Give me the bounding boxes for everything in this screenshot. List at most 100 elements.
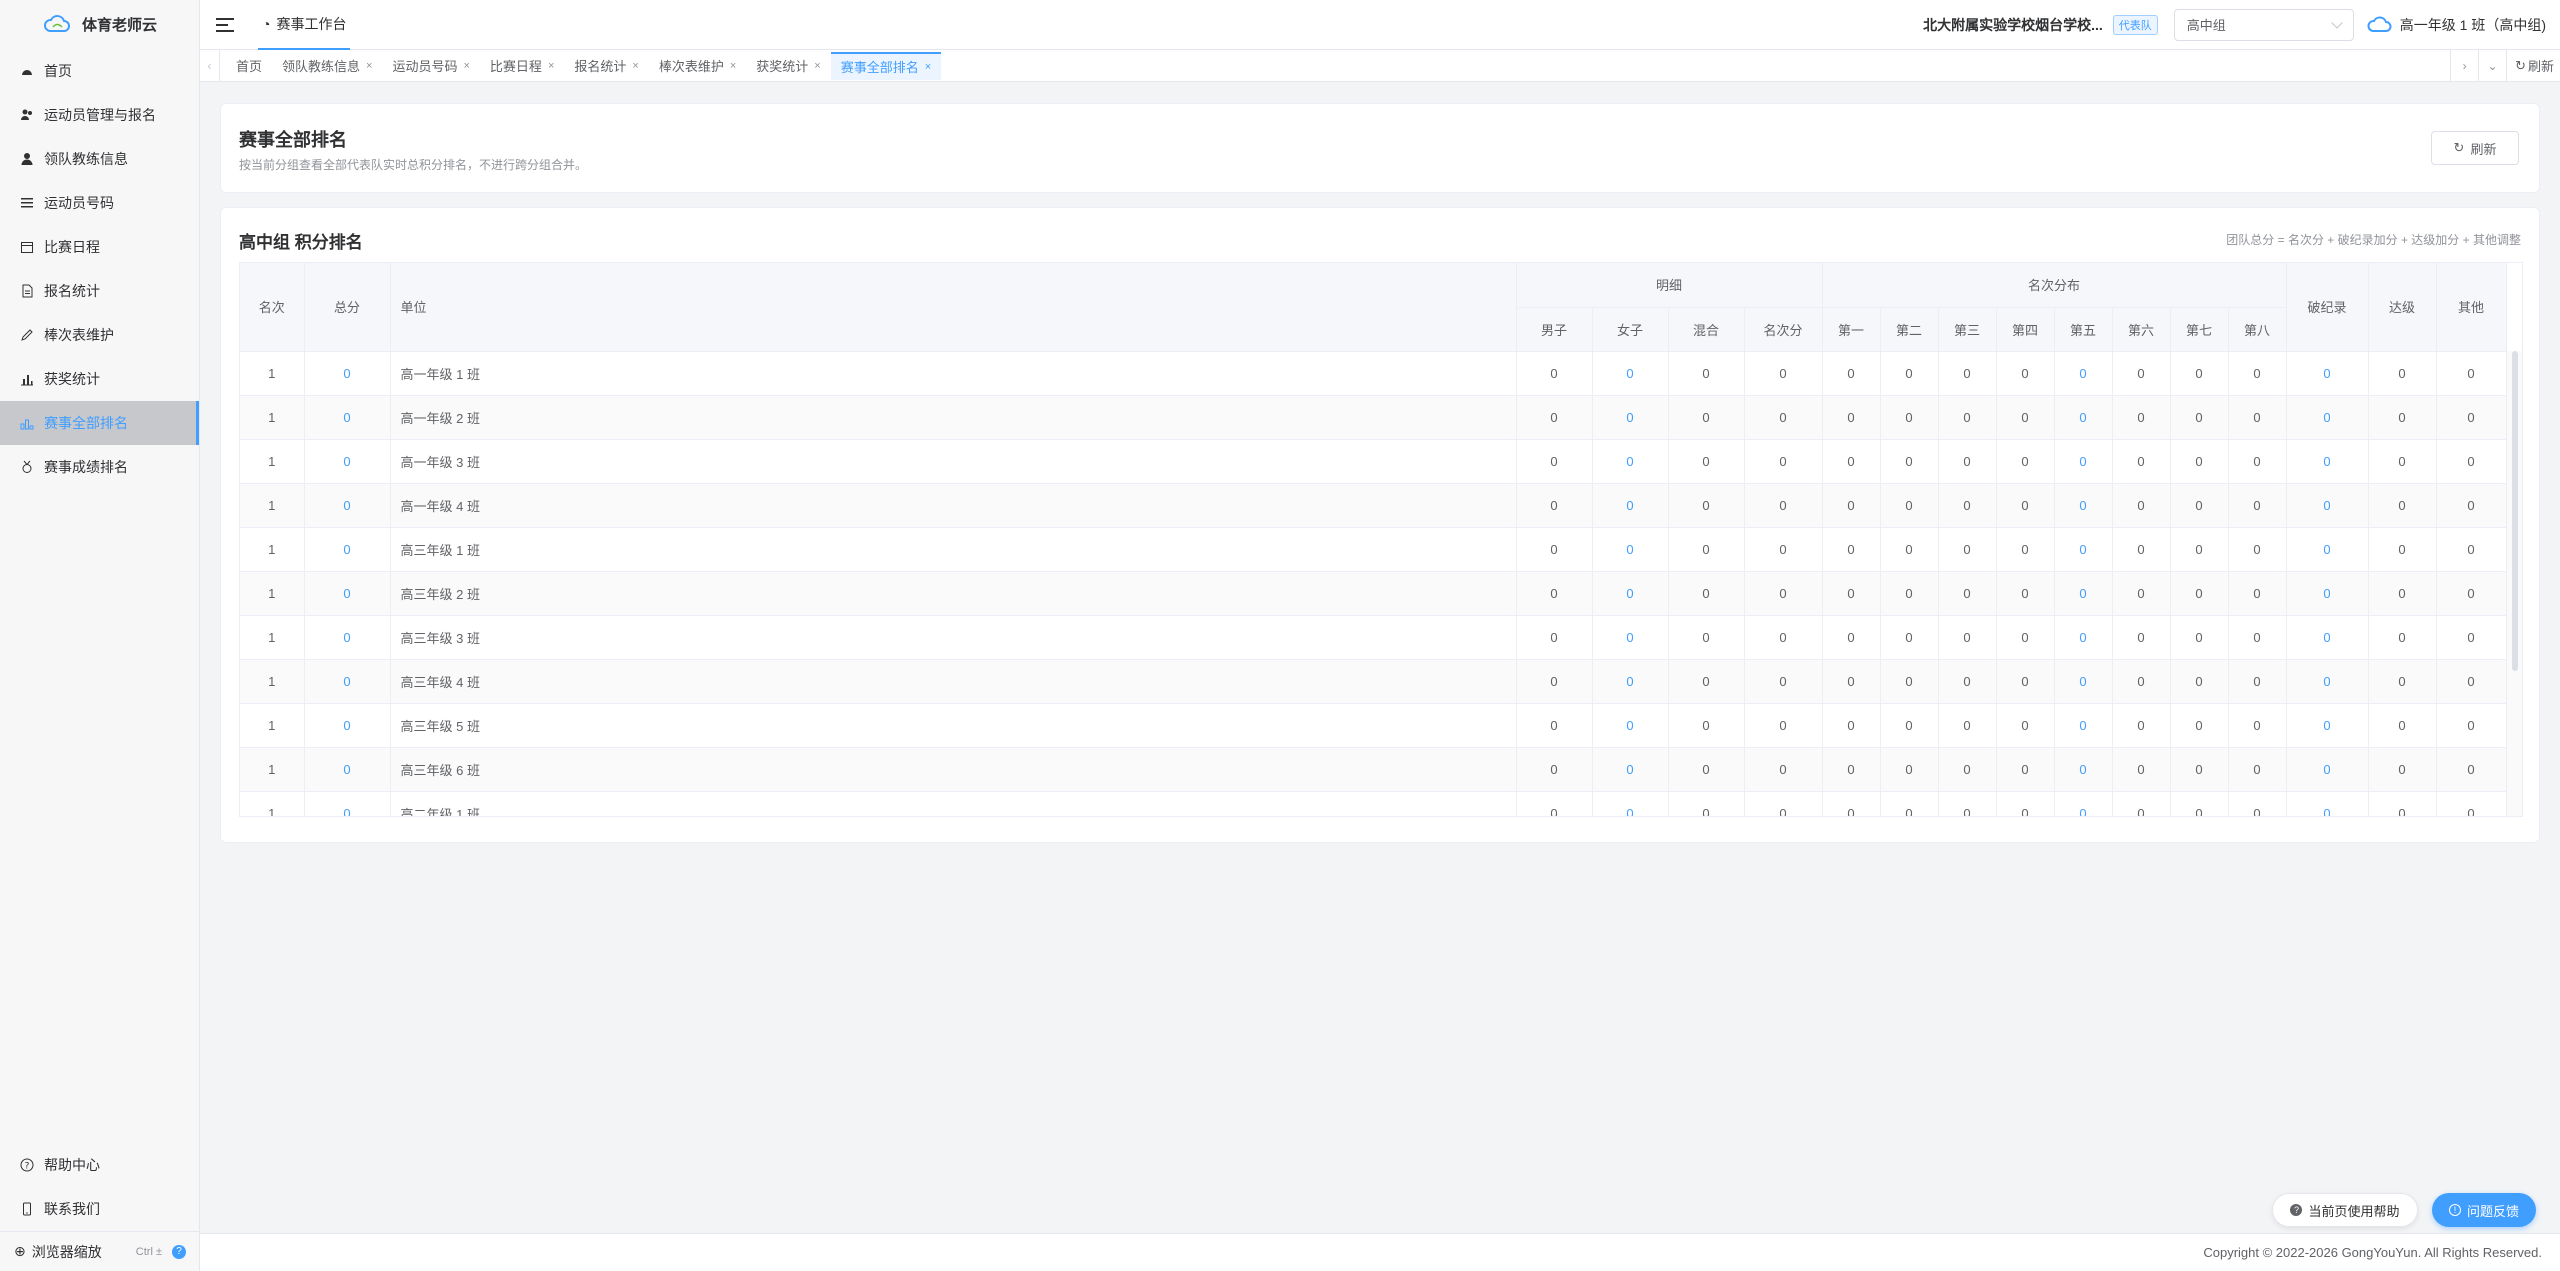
tabs-menu-chevron-icon[interactable]: ⌄	[2478, 49, 2506, 82]
cell-value: 0	[2368, 351, 2437, 396]
cell-value: 0	[1880, 351, 1939, 396]
close-icon[interactable]: ×	[463, 60, 469, 72]
tabs-refresh-label: 刷新	[2527, 59, 2554, 74]
question-icon: ?	[2290, 1204, 2303, 1216]
tab-label: 比赛日程	[489, 59, 542, 74]
cell-value: 0	[2436, 527, 2507, 572]
sidebar-item-6[interactable]: 棒次表维护	[0, 313, 199, 357]
sidebar-bottom: ? 帮助中心联系我们 ⊕ 浏览器缩放 Ctrl ± ?	[0, 1143, 200, 1271]
cell-value: 0	[2170, 527, 2229, 572]
svg-text:?: ?	[25, 1162, 30, 1172]
cell-value: 0	[1880, 615, 1939, 660]
cell-value: 0	[1880, 747, 1939, 792]
sidebar-item-8[interactable]: 赛事全部排名	[0, 401, 199, 445]
table-row[interactable]: 1 0 高三年级 4 班000000000000000	[240, 659, 2507, 704]
cell-unit: 高三年级 6 班	[390, 747, 1517, 792]
feedback-button[interactable]: ! 问题反馈	[2432, 1193, 2536, 1227]
tab-4[interactable]: 报名统计 ×	[564, 53, 648, 79]
zoom-help-icon[interactable]: ?	[172, 1244, 186, 1259]
tab-2[interactable]: 运动员号码 ×	[382, 53, 479, 79]
sidebar-item-label: 联系我们	[44, 1201, 100, 1217]
tab-6[interactable]: 获奖统计 ×	[746, 53, 830, 79]
tabs-scroll-left-icon[interactable]: ‹	[200, 49, 220, 82]
tabs-scroll-right-icon[interactable]: ›	[2450, 49, 2478, 82]
sidebar-item-7[interactable]: 获奖统计	[0, 357, 199, 401]
cell-value: 0	[1996, 483, 2055, 528]
tabs-refresh-button[interactable]: ↻ 刷新	[2506, 49, 2560, 82]
ranking-icon	[20, 416, 34, 430]
class-switcher[interactable]: 高一年级 1 班（高中组)	[2366, 15, 2546, 35]
sidebar-item-3[interactable]: 运动员号码	[0, 181, 199, 225]
table-row[interactable]: 1 0 高三年级 5 班000000000000000	[240, 703, 2507, 748]
cell-value: 0	[1744, 571, 1823, 616]
close-icon[interactable]: ×	[730, 60, 736, 72]
table-row[interactable]: 1 0 高三年级 1 班000000000000000	[240, 527, 2507, 572]
close-icon[interactable]: ×	[925, 61, 931, 73]
tab-5[interactable]: 棒次表维护 ×	[649, 53, 746, 79]
cell-value: 0	[2112, 351, 2171, 396]
tab-3[interactable]: 比赛日程 ×	[480, 53, 564, 79]
top-header: ◔ 赛事工作台 北大附属实验学校烟台学校... 代表队 高中组 高一年级 1 班…	[200, 0, 2560, 50]
calendar-icon	[20, 240, 34, 254]
cell-value: 0	[2170, 483, 2229, 528]
cell-value: 0	[1744, 527, 1823, 572]
table-row[interactable]: 1 0 高一年级 4 班000000000000000	[240, 483, 2507, 528]
tab-7[interactable]: 赛事全部排名 ×	[830, 51, 942, 80]
cell-value: 0	[1744, 483, 1823, 528]
cell-value: 0	[2112, 615, 2171, 660]
cell-value: 0	[1880, 659, 1939, 704]
main-content: 赛事全部排名 按当前分组查看全部代表队实时总积分排名，不进行跨分组合并。 ↻ 刷…	[200, 83, 2560, 1233]
table-row[interactable]: 1 0 高三年级 3 班000000000000000	[240, 615, 2507, 660]
table-row[interactable]: 1 0 高三年级 2 班000000000000000	[240, 571, 2507, 616]
table-row[interactable]: 1 0 高一年级 1 班000000000000000	[240, 351, 2507, 396]
cell-rank: 1	[240, 791, 305, 816]
sidebar-item-9[interactable]: 赛事成绩排名	[0, 445, 199, 489]
cell-value: 0	[2368, 791, 2437, 816]
tab-0[interactable]: 首页	[226, 53, 272, 79]
cell-value: 0	[2112, 439, 2171, 484]
header-place-group: 名次分布	[1822, 263, 2287, 308]
refresh-icon: ↻	[2515, 57, 2526, 73]
cell-value: 0	[1996, 439, 2055, 484]
cell-value: 0	[1516, 351, 1593, 396]
scrollbar-thumb[interactable]	[2512, 351, 2518, 671]
sidebar-item-5[interactable]: 报名统计	[0, 269, 199, 313]
table-scrollbar[interactable]	[2506, 351, 2522, 816]
cell-value: 0	[2286, 351, 2369, 396]
sidebar-item-4[interactable]: 比赛日程	[0, 225, 199, 269]
cell-value: 0	[2368, 615, 2437, 660]
cell-value: 0	[1880, 791, 1939, 816]
table-row[interactable]: 1 0 高一年级 2 班000000000000000	[240, 395, 2507, 440]
refresh-button[interactable]: ↻ 刷新	[2431, 131, 2519, 165]
close-icon[interactable]: ×	[366, 60, 372, 72]
ranking-table-wrap[interactable]: 名次 总分 单位 明细 名次分布 破纪录 达级 其他 男子 女子 混合 名次分 第一 第二…	[239, 262, 2523, 817]
menu-toggle-icon[interactable]	[216, 17, 234, 32]
cell-value: 0	[2170, 571, 2229, 616]
table-row[interactable]: 1 0 高三年级 6 班000000000000000	[240, 747, 2507, 792]
cell-value: 0	[1592, 703, 1669, 748]
close-icon[interactable]: ×	[814, 60, 820, 72]
cell-value: 0	[2228, 439, 2287, 484]
sidebar-item-1[interactable]: 运动员管理与报名	[0, 93, 199, 137]
sidebar-bottom-item-1[interactable]: 联系我们	[0, 1187, 200, 1231]
table-row[interactable]: 1 0 高二年级 1 班000000000000000	[240, 791, 2507, 816]
cell-value: 0	[1938, 527, 1997, 572]
sidebar-item-2[interactable]: 领队教练信息	[0, 137, 199, 181]
close-icon[interactable]: ×	[632, 60, 638, 72]
sidebar-bottom-item-0[interactable]: ? 帮助中心	[0, 1143, 200, 1187]
cell-rank: 1	[240, 659, 305, 704]
close-icon[interactable]: ×	[548, 60, 554, 72]
app-logo[interactable]: 体育老师云	[0, 0, 199, 48]
sidebar-item-0[interactable]: 首页	[0, 49, 199, 93]
tab-1[interactable]: 领队教练信息 ×	[272, 53, 382, 79]
subheader-7: 第四	[1996, 307, 2055, 352]
browser-zoom[interactable]: ⊕ 浏览器缩放 Ctrl ± ?	[0, 1231, 200, 1271]
cell-value: 0	[1668, 351, 1745, 396]
cell-value: 0	[2228, 615, 2287, 660]
cell-value: 0	[2054, 483, 2113, 528]
workbench-tab[interactable]: ◔ 赛事工作台	[258, 0, 351, 50]
cell-value: 0	[1822, 527, 1881, 572]
group-select[interactable]: 高中组	[2173, 8, 2354, 41]
page-help-button[interactable]: ? 当前页使用帮助	[2272, 1193, 2418, 1227]
table-row[interactable]: 1 0 高一年级 3 班000000000000000	[240, 439, 2507, 484]
